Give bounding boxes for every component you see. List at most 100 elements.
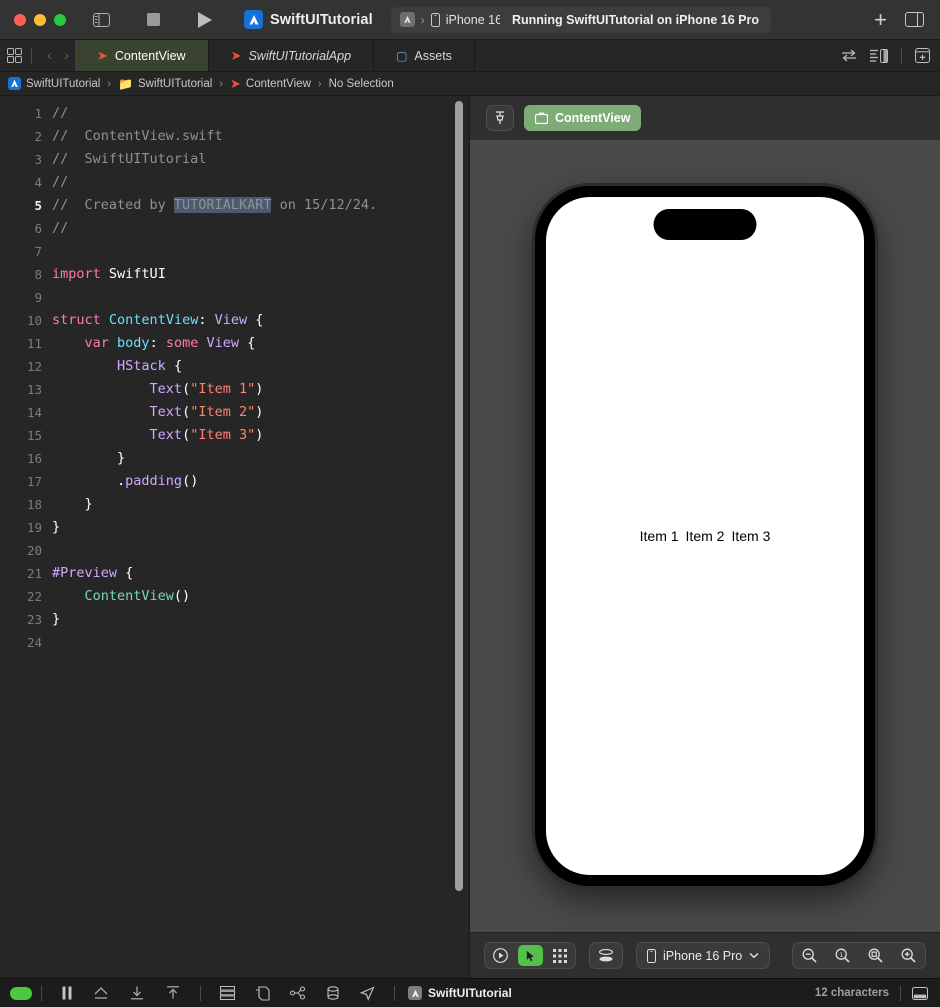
tab-contentview[interactable]: ➤ ContentView bbox=[75, 40, 209, 71]
statusbar-project[interactable]: SwiftUITutorial bbox=[408, 986, 512, 1000]
code-line[interactable]: 19} bbox=[0, 516, 469, 539]
preview-hstack: Item 1 Item 2 Item 3 bbox=[640, 528, 771, 544]
code-token: } bbox=[52, 496, 93, 512]
code-line[interactable]: 17 .padding() bbox=[0, 470, 469, 493]
code-line[interactable]: 9 bbox=[0, 286, 469, 309]
code-line-text: Text("Item 2") bbox=[52, 401, 264, 424]
line-number: 4 bbox=[34, 175, 42, 190]
code-line-text: #Preview { bbox=[52, 562, 133, 585]
device-settings-button[interactable] bbox=[590, 943, 622, 968]
scheme-separator: › bbox=[420, 12, 425, 27]
code-line[interactable]: 24 bbox=[0, 631, 469, 654]
step-over-icon[interactable] bbox=[83, 986, 119, 1000]
code-line-text: // ContentView.swift bbox=[52, 125, 223, 148]
code-line[interactable]: 23} bbox=[0, 608, 469, 631]
code-line[interactable]: 11 var body: some View { bbox=[0, 332, 469, 355]
project-label[interactable]: SwiftUITutorial bbox=[244, 10, 373, 29]
device-settings-group bbox=[589, 942, 623, 969]
source-editor[interactable]: 1 // 2 // ContentView.swift 3 // SwiftUITutor… bbox=[0, 96, 470, 978]
breadcrumb-separator: › bbox=[219, 77, 223, 90]
code-line[interactable]: 10 struct ContentView: View { bbox=[0, 309, 469, 332]
location-icon[interactable] bbox=[350, 985, 385, 1001]
code-line[interactable]: 21 #Preview { bbox=[0, 562, 469, 585]
iphone-frame: Item 1 Item 2 Item 3 bbox=[535, 186, 875, 886]
line-number: 19 bbox=[26, 520, 42, 535]
zoom-out-button[interactable] bbox=[793, 943, 826, 968]
variants-button[interactable] bbox=[545, 943, 575, 968]
breadcrumb-item-selection[interactable]: No Selection bbox=[329, 78, 394, 90]
activity-status-bar[interactable]: Running SwiftUITutorial on iPhone 16 Pro bbox=[500, 7, 771, 33]
green-status-pill[interactable] bbox=[10, 986, 32, 1000]
step-into-icon[interactable] bbox=[119, 986, 155, 1000]
add-editor-icon[interactable]: + bbox=[874, 8, 887, 31]
toggle-inspector-icon[interactable] bbox=[905, 12, 924, 27]
line-number: 23 bbox=[26, 612, 42, 627]
code-line[interactable]: 8 import SwiftUI bbox=[0, 263, 469, 286]
step-out-icon[interactable] bbox=[155, 986, 191, 1000]
close-window-button[interactable] bbox=[14, 13, 26, 26]
code-line-text: var body: some View { bbox=[52, 332, 256, 355]
line-number: 14 bbox=[26, 405, 42, 420]
run-button[interactable] bbox=[192, 7, 218, 33]
code-content[interactable]: 1 // 2 // ContentView.swift 3 // SwiftUITutor… bbox=[0, 96, 469, 654]
stop-button[interactable] bbox=[140, 7, 166, 33]
navigate-back-button[interactable]: ‹ bbox=[41, 47, 58, 64]
breadcrumb-item-file[interactable]: ContentView bbox=[246, 78, 311, 90]
toggle-navigator-icon[interactable] bbox=[88, 7, 114, 33]
preview-text-item-2: Item 2 bbox=[685, 528, 725, 544]
preview-name-pill[interactable]: ContentView bbox=[524, 105, 642, 131]
zoom-controls: 1 bbox=[792, 942, 926, 969]
code-line[interactable]: 12 HStack { bbox=[0, 355, 469, 378]
line-number: 15 bbox=[26, 428, 42, 443]
selectable-mode-button[interactable] bbox=[518, 945, 543, 966]
editor-options-icon[interactable] bbox=[870, 48, 888, 63]
maximize-window-button[interactable] bbox=[54, 13, 66, 26]
tab-label: SwiftUITutorialApp bbox=[248, 48, 352, 63]
code-line[interactable]: 2 // ContentView.swift bbox=[0, 125, 469, 148]
code-line[interactable]: 1 // bbox=[0, 102, 469, 125]
preview-device-selector[interactable]: iPhone 16 Pro bbox=[636, 942, 771, 969]
breadcrumb-item-folder[interactable]: SwiftUITutorial bbox=[138, 78, 212, 90]
device-screen[interactable]: Item 1 Item 2 Item 3 bbox=[546, 197, 864, 875]
line-number: 18 bbox=[26, 497, 42, 512]
stack-icon[interactable] bbox=[210, 986, 245, 1000]
editor-vertical-scrollbar[interactable] bbox=[455, 101, 463, 891]
tab-assets[interactable]: ▢ Assets bbox=[374, 40, 475, 71]
code-line[interactable]: 6 // bbox=[0, 217, 469, 240]
code-line[interactable]: 3 // SwiftUITutorial bbox=[0, 148, 469, 171]
code-line[interactable]: 22 ContentView() bbox=[0, 585, 469, 608]
threads-icon[interactable] bbox=[280, 986, 316, 1000]
preview-device-area[interactable]: Item 1 Item 2 Item 3 bbox=[470, 140, 940, 932]
code-line[interactable]: 14 Text("Item 2") bbox=[0, 401, 469, 424]
live-preview-button[interactable] bbox=[485, 943, 516, 968]
minimize-window-button[interactable] bbox=[34, 13, 46, 26]
code-line[interactable]: 18 } bbox=[0, 493, 469, 516]
breadcrumb-item-project[interactable]: SwiftUITutorial bbox=[26, 78, 100, 90]
code-line[interactable]: 5 // Created by TUTORIALKART on 15/12/24. bbox=[0, 194, 469, 217]
code-line[interactable]: 4 // bbox=[0, 171, 469, 194]
code-line[interactable]: 13 Text("Item 1") bbox=[0, 378, 469, 401]
pause-icon[interactable] bbox=[51, 986, 83, 1000]
pin-preview-button[interactable] bbox=[486, 105, 514, 131]
zoom-to-fit-button[interactable] bbox=[859, 943, 892, 968]
memory-icon[interactable] bbox=[245, 985, 280, 1001]
tab-swiftuitutorialapp[interactable]: ➤ SwiftUITutorialApp bbox=[209, 40, 375, 71]
editor-tab-bar: ‹ › ➤ ContentView ➤ SwiftUITutorialApp ▢… bbox=[0, 40, 940, 72]
code-line[interactable]: 7 bbox=[0, 240, 469, 263]
code-token: } bbox=[52, 611, 61, 627]
code-line[interactable]: 15 Text("Item 3") bbox=[0, 424, 469, 447]
line-number: 13 bbox=[26, 382, 42, 397]
tab-overview-icon[interactable] bbox=[7, 48, 22, 63]
play-icon bbox=[198, 11, 212, 28]
zoom-actual-size-button[interactable]: 1 bbox=[826, 943, 859, 968]
zoom-in-button[interactable] bbox=[892, 943, 925, 968]
code-line[interactable]: 16 } bbox=[0, 447, 469, 470]
swap-editors-icon[interactable] bbox=[841, 49, 857, 62]
add-editor-pane-icon[interactable] bbox=[915, 48, 930, 63]
db-icon[interactable] bbox=[316, 985, 350, 1001]
line-number: 2 bbox=[34, 129, 42, 144]
toggle-debug-area-icon[interactable] bbox=[912, 986, 928, 1000]
code-line[interactable]: 20 bbox=[0, 539, 469, 562]
navigate-forward-button[interactable]: › bbox=[58, 47, 75, 64]
